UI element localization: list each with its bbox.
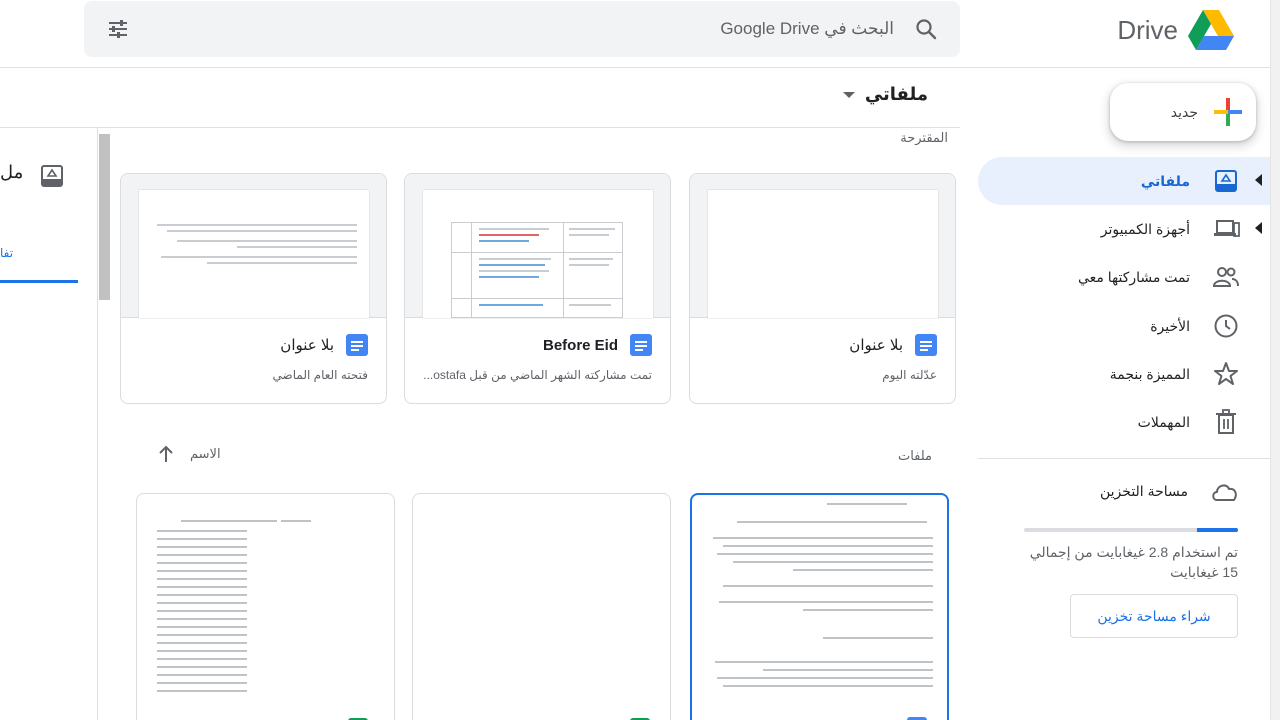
- main-content: ملفاتي مل تفا المقترحة بلا عنوان عدّلته …: [0, 68, 978, 720]
- drive-logo[interactable]: Drive: [1117, 8, 1234, 52]
- suggested-file-card[interactable]: بلا عنوان عدّلته اليوم: [689, 173, 956, 404]
- suggested-heading: المقترحة: [900, 130, 948, 145]
- docs-icon: [630, 334, 652, 356]
- search-bar: [84, 1, 960, 57]
- sidebar-item-computers[interactable]: أجهزة الكمبيوتر: [978, 205, 1270, 253]
- files-heading: ملفات: [897, 448, 932, 463]
- sidebar-item-recent[interactable]: الأخيرة: [978, 302, 1270, 350]
- suggested-file-card[interactable]: Before Eid تمت مشاركته الشهر الماضي من ق…: [404, 173, 671, 404]
- shared-icon: [1212, 263, 1240, 291]
- sidebar-item-label: تمت مشاركتها معي: [1077, 268, 1190, 285]
- storage-progress-fill: [1197, 528, 1238, 532]
- sidebar-item-starred[interactable]: المميزة بنجمة: [978, 350, 1270, 398]
- window-scrollbar[interactable]: [1270, 0, 1280, 720]
- arrow-up-icon: [159, 445, 173, 462]
- file-title-row: بلا عنوان: [849, 334, 937, 356]
- new-button-label: جديد: [1170, 103, 1198, 120]
- sidebar-item-storage[interactable]: مساحة التخزين: [1100, 480, 1240, 502]
- file-subtitle: تمت مشاركته الشهر الماضي من قبل ostafa..…: [423, 368, 652, 382]
- trash-icon: [1212, 408, 1240, 436]
- recent-icon: [1212, 312, 1240, 340]
- document-preview: [423, 190, 653, 318]
- my-drive-icon: [41, 165, 63, 187]
- buy-storage-button[interactable]: شراء مساحة تخزين: [1070, 594, 1238, 638]
- sidebar-item-label: ملفاتي: [1140, 172, 1190, 189]
- search-icon[interactable]: [914, 17, 938, 41]
- sidebar-item-trash[interactable]: المهملات: [978, 398, 1270, 446]
- sidebar-item-label: الأخيرة: [1150, 317, 1190, 334]
- storage-usage-text: تم استخدام 2.8 غيغابايت من إجمالي 15 غيغ…: [1029, 544, 1238, 580]
- cloud-icon: [1212, 484, 1237, 501]
- computers-icon: [1212, 215, 1240, 243]
- file-thumbnail: [405, 174, 670, 318]
- expand-caret-icon[interactable]: [1255, 222, 1262, 234]
- storage-label: مساحة التخزين: [1100, 482, 1188, 499]
- details-pane: مل تفا: [0, 128, 98, 720]
- file-title: بلا عنوان: [849, 337, 903, 354]
- new-button[interactable]: جديد: [1110, 83, 1256, 141]
- file-title: Before Eid: [542, 336, 618, 354]
- logo-text: Drive: [1117, 14, 1178, 45]
- search-input[interactable]: [294, 15, 894, 43]
- file-card[interactable]: [690, 493, 949, 720]
- page-title: ملفاتي: [864, 84, 928, 104]
- file-title-row: Before Eid: [543, 334, 652, 356]
- docs-icon: [915, 334, 937, 356]
- drive-logo-icon: [1188, 10, 1234, 50]
- my-drive-dropdown[interactable]: ملفاتي: [842, 84, 928, 105]
- details-tab-indicator: [0, 280, 78, 283]
- sort-label: الاسم: [190, 446, 221, 461]
- expand-caret-icon[interactable]: [1255, 174, 1262, 186]
- sidebar-item-label: المميزة بنجمة: [1109, 365, 1190, 382]
- file-card[interactable]: [136, 493, 395, 720]
- content-scrollbar-thumb[interactable]: [99, 134, 110, 300]
- top-bar: Drive: [0, 0, 1270, 68]
- file-title-row: بلا عنوان: [280, 334, 368, 356]
- file-thumbnail: [121, 174, 386, 318]
- sidebar-item-label: أجهزة الكمبيوتر: [1100, 220, 1190, 237]
- search-options-icon[interactable]: [106, 17, 130, 41]
- file-title: بلا عنوان: [280, 337, 334, 354]
- sidebar: جديد ملفاتي أجهزة الكمبيوتر تمت مشاركتها: [978, 68, 1270, 720]
- file-subtitle: عدّلته اليوم: [882, 368, 937, 382]
- plus-icon: [1214, 98, 1242, 126]
- details-tab[interactable]: تفا: [0, 246, 13, 260]
- sidebar-item-my-drive[interactable]: ملفاتي: [978, 157, 1270, 205]
- storage-progress-bar: [1024, 528, 1238, 532]
- document-preview: [708, 190, 938, 318]
- drive-app: Drive البحث في Google Drive جديد ملفاتي …: [0, 0, 1280, 720]
- document-preview: [139, 190, 369, 318]
- sidebar-item-shared[interactable]: تمت مشاركتها معي: [978, 253, 1270, 301]
- content-header: ملفاتي: [0, 68, 960, 128]
- chevron-down-icon: [842, 91, 855, 98]
- file-card[interactable]: [412, 493, 671, 720]
- my-drive-icon: [1212, 167, 1240, 195]
- docs-icon: [346, 334, 368, 356]
- file-subtitle: فتحته العام الماضي: [272, 368, 368, 382]
- file-thumbnail: [690, 174, 955, 318]
- suggested-file-card[interactable]: بلا عنوان فتحته العام الماضي: [120, 173, 387, 404]
- sort-by-name-button[interactable]: الاسم: [156, 444, 221, 464]
- star-icon: [1212, 360, 1240, 388]
- sidebar-item-label: المهملات: [1137, 413, 1190, 430]
- details-title: مل: [0, 162, 24, 182]
- sidebar-divider: [978, 458, 1270, 459]
